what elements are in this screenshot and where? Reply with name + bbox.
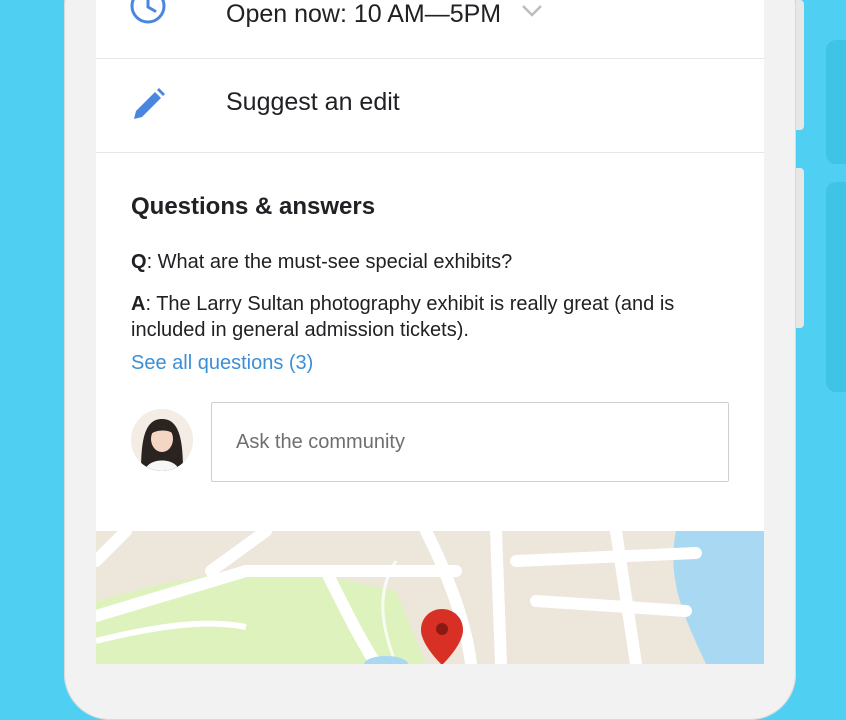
phone-side-button (796, 0, 804, 130)
map-pin-icon[interactable] (419, 607, 465, 664)
suggest-edit-label: Suggest an edit (226, 88, 400, 116)
phone-screen: Open now: 10 AM—5PM Suggest an edit Ques… (96, 0, 764, 664)
chevron-down-icon[interactable] (520, 2, 544, 25)
clock-icon (128, 0, 168, 31)
hours-label: Open now: 10 AM—5PM (226, 0, 502, 28)
see-all-questions-link[interactable]: See all questions (3) (131, 352, 313, 375)
question-body: : What are the must-see special exhibits… (146, 251, 513, 273)
background-stripe (826, 40, 846, 164)
section-title: Questions & answers (131, 193, 376, 220)
questions-answers-section: Questions & answers Q: What are the must… (96, 153, 764, 531)
answer-body: : The Larry Sultan photography exhibit i… (131, 293, 675, 341)
phone-side-button (796, 168, 804, 328)
hours-row[interactable]: Open now: 10 AM—5PM (96, 0, 764, 58)
pencil-icon (128, 85, 168, 130)
map-view[interactable] (96, 525, 764, 664)
avatar (131, 409, 193, 471)
answer-text: A: The Larry Sultan photography exhibit … (131, 291, 731, 343)
background-stripe (826, 182, 846, 392)
question-text: Q: What are the must-see special exhibit… (131, 251, 512, 274)
answer-prefix: A (131, 293, 146, 315)
suggest-edit-row[interactable]: Suggest an edit (96, 60, 764, 152)
ask-community-input[interactable] (211, 402, 729, 482)
divider (96, 58, 764, 59)
question-prefix: Q (131, 251, 147, 273)
